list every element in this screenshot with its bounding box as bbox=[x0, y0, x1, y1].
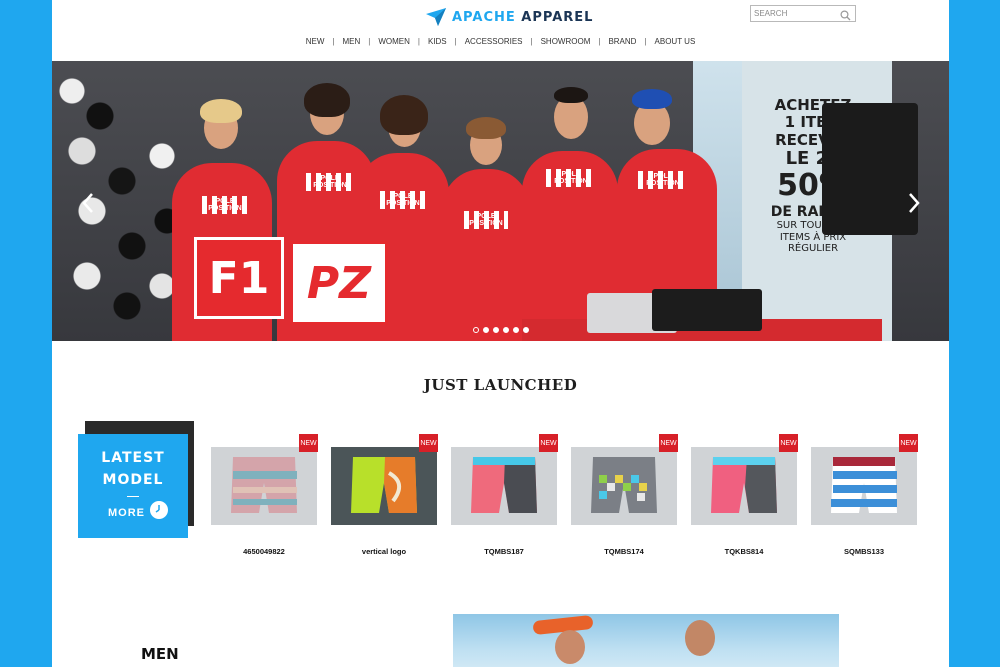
search-icon[interactable] bbox=[840, 8, 851, 26]
person-hair bbox=[554, 87, 588, 103]
slider-dot[interactable] bbox=[512, 327, 519, 333]
person bbox=[442, 169, 530, 341]
nav-new[interactable]: NEW bbox=[298, 37, 333, 46]
shirt-print: POLE POSITION bbox=[306, 173, 354, 191]
chevron-left-icon bbox=[82, 193, 93, 213]
slider-pagination bbox=[52, 327, 949, 333]
new-badge: NEW bbox=[539, 434, 558, 452]
person-head bbox=[685, 620, 715, 656]
boardshorts-image bbox=[831, 457, 897, 513]
boardshorts-image bbox=[591, 457, 657, 513]
new-badge: NEW bbox=[299, 434, 318, 452]
slider-dot[interactable] bbox=[492, 327, 499, 333]
nav-brand[interactable]: BRAND bbox=[600, 37, 644, 46]
promo-line2: MODEL bbox=[102, 472, 164, 488]
product-name[interactable]: 4650049822 bbox=[211, 547, 317, 556]
nav-showroom[interactable]: SHOWROOM bbox=[533, 37, 599, 46]
hero-slider[interactable]: ACHETEZ 1 ITEM RECEVEZ LE 2E 50% DE RABA… bbox=[52, 61, 949, 341]
boardshorts-image bbox=[231, 457, 297, 513]
slider-dot[interactable] bbox=[472, 327, 479, 333]
nav-women[interactable]: WOMEN bbox=[370, 37, 418, 46]
brand-name-part1: APACHE bbox=[452, 9, 516, 25]
clock-icon[interactable] bbox=[150, 501, 168, 519]
shirt-print: POLE POSITION bbox=[380, 191, 426, 209]
person-hair bbox=[304, 83, 350, 117]
person-head bbox=[555, 630, 585, 664]
search-input[interactable] bbox=[751, 6, 839, 21]
brand-logo[interactable]: APACHE APPAREL bbox=[426, 5, 593, 29]
person-cap bbox=[632, 89, 672, 109]
product-name[interactable]: vertical logo bbox=[331, 547, 437, 556]
shirt-print: POLE POSITION bbox=[464, 211, 508, 229]
promo-line1: LATEST bbox=[101, 450, 165, 466]
product-name[interactable]: TQMBS174 bbox=[571, 547, 677, 556]
product-name[interactable]: SQMBS133 bbox=[811, 547, 917, 556]
nav-about-us[interactable]: ABOUT US bbox=[647, 37, 704, 46]
product-image[interactable] bbox=[451, 447, 557, 525]
page: APACHE APPAREL NEW | MEN | WOMEN | KIDS … bbox=[52, 0, 949, 667]
product-name[interactable]: TQMBS187 bbox=[451, 547, 557, 556]
nav-accessories[interactable]: ACCESSORIES bbox=[457, 37, 531, 46]
shirt-print: POLE POSITION bbox=[638, 171, 688, 189]
slider-dot[interactable] bbox=[482, 327, 489, 333]
new-badge: NEW bbox=[659, 434, 678, 452]
boardshorts-image bbox=[351, 457, 417, 513]
main-nav: NEW | MEN | WOMEN | KIDS | ACCESSORIES |… bbox=[52, 37, 949, 46]
chevron-right-icon bbox=[909, 193, 920, 213]
new-badge: NEW bbox=[779, 434, 798, 452]
more-link[interactable]: MORE bbox=[108, 507, 145, 519]
dj-mixer bbox=[652, 289, 762, 331]
men-banner-image[interactable] bbox=[453, 614, 839, 667]
person-hair bbox=[466, 117, 506, 139]
paper-plane-icon bbox=[426, 8, 446, 26]
search-box bbox=[750, 5, 856, 22]
promo-divider bbox=[127, 496, 139, 497]
product-image[interactable] bbox=[691, 447, 797, 525]
brand-name-part2: APPAREL bbox=[521, 9, 594, 25]
product-image[interactable] bbox=[211, 447, 317, 525]
section-title-men: MEN bbox=[141, 645, 179, 663]
person-hair bbox=[200, 99, 242, 123]
person-hair bbox=[380, 95, 428, 135]
shirt-print: POLE POSITION bbox=[546, 169, 596, 187]
product-image[interactable] bbox=[331, 447, 437, 525]
boardshorts-image bbox=[471, 457, 537, 513]
slider-dot[interactable] bbox=[522, 327, 529, 333]
slider-dot[interactable] bbox=[502, 327, 509, 333]
poster-line: RÉGULIER bbox=[787, 243, 839, 255]
shirt-print: POLE POSITION bbox=[202, 196, 248, 214]
product-name[interactable]: TQKBS814 bbox=[691, 547, 797, 556]
sign-f1: F1 bbox=[194, 237, 284, 319]
sign-pz: PZ bbox=[290, 241, 388, 325]
nav-men[interactable]: MEN bbox=[334, 37, 368, 46]
section-title-just-launched: JUST LAUNCHED bbox=[423, 376, 578, 394]
new-badge: NEW bbox=[899, 434, 918, 452]
latest-model-promo[interactable]: LATEST MODEL MORE bbox=[78, 434, 188, 538]
product-image[interactable] bbox=[811, 447, 917, 525]
slider-prev-button[interactable] bbox=[78, 189, 98, 217]
brand-name: APACHE APPAREL bbox=[452, 10, 593, 25]
nav-kids[interactable]: KIDS bbox=[420, 37, 455, 46]
boardshorts-image bbox=[711, 457, 777, 513]
new-badge: NEW bbox=[419, 434, 438, 452]
slider-next-button[interactable] bbox=[904, 189, 924, 217]
product-image[interactable] bbox=[571, 447, 677, 525]
